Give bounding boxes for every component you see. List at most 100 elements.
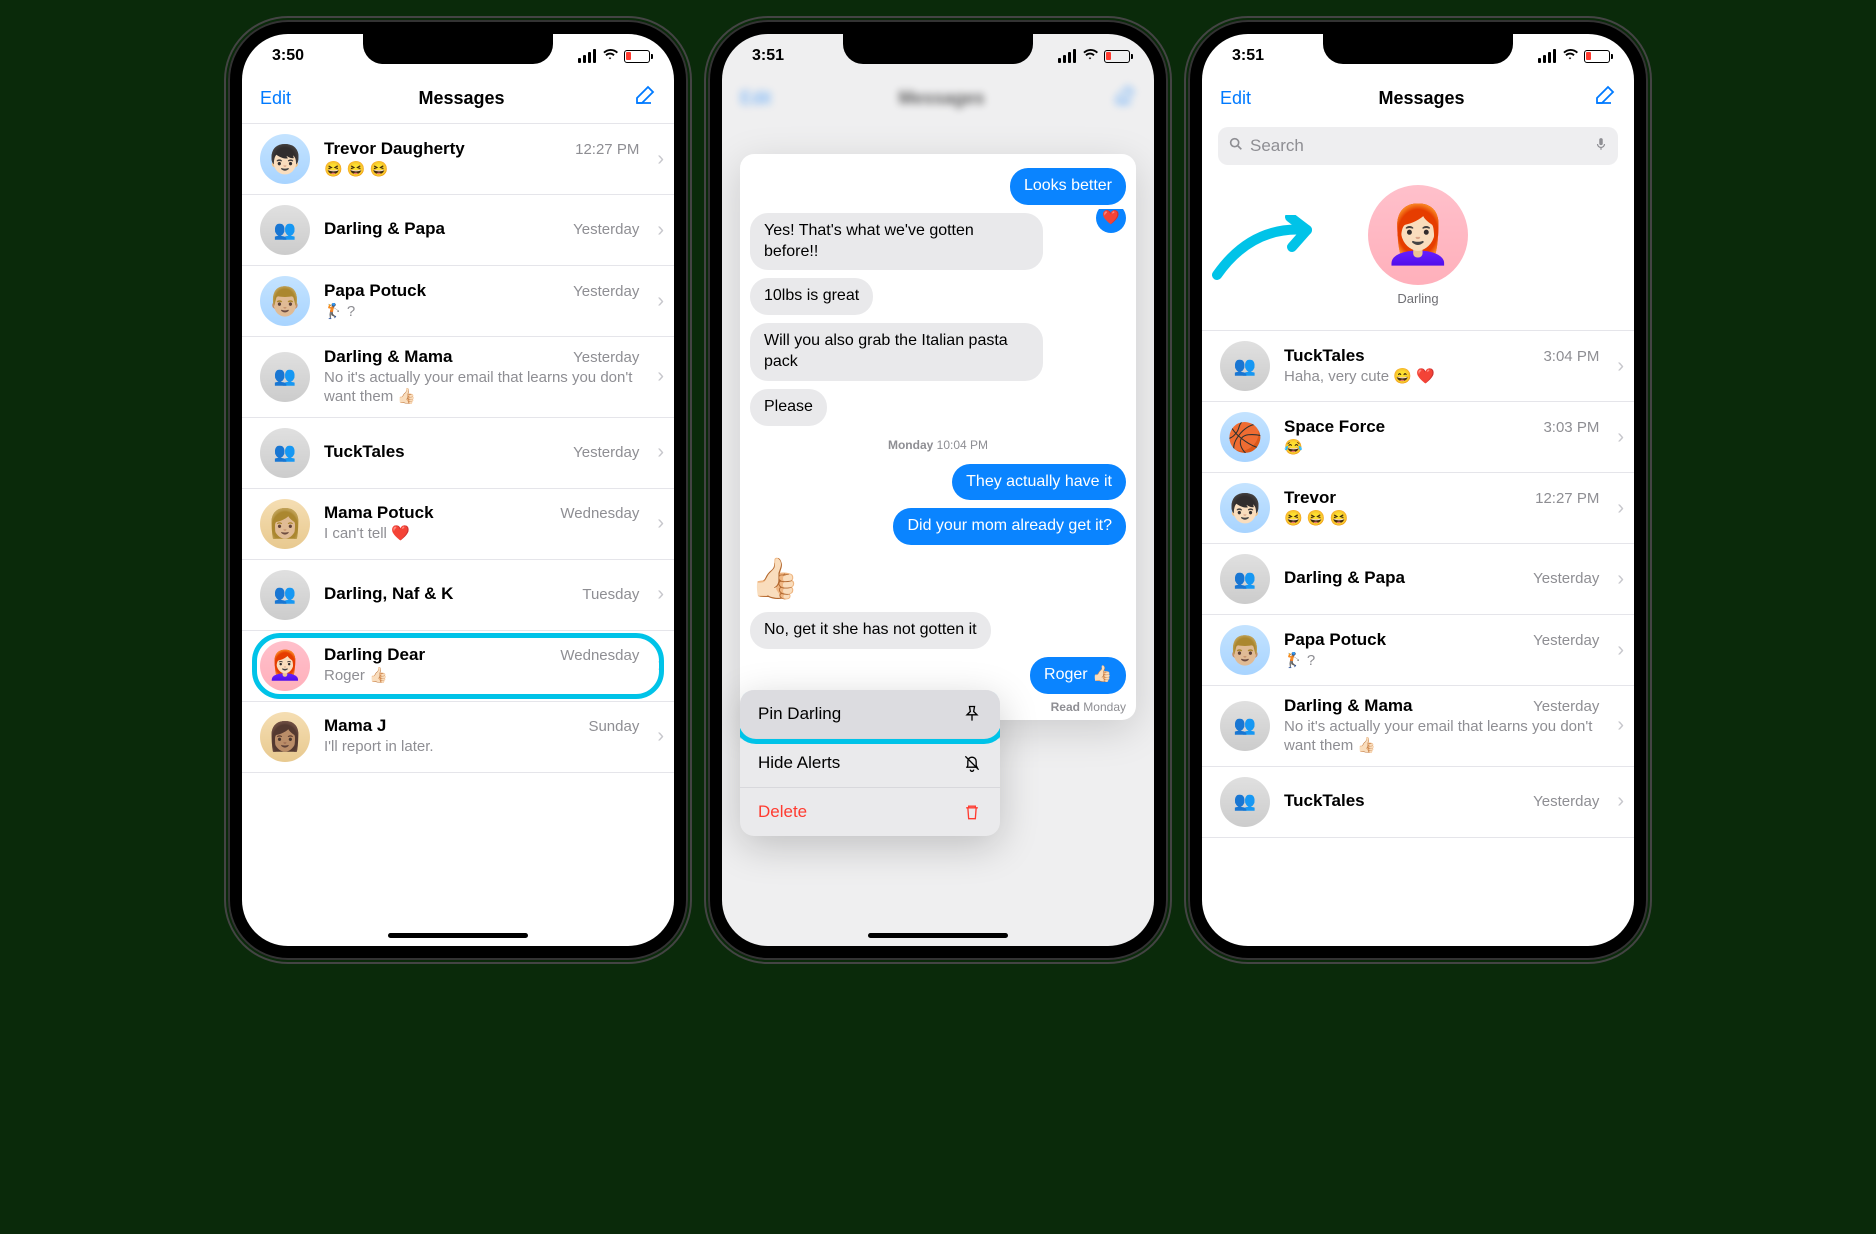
- compose-button[interactable]: [1592, 84, 1616, 113]
- pinned-conversation-label: Darling: [1397, 291, 1438, 306]
- avatar: 👥: [1220, 554, 1270, 604]
- conversation-preview: Roger 👍🏻: [324, 667, 639, 686]
- chevron-right-icon: ›: [657, 290, 664, 313]
- chevron-right-icon: ›: [1617, 639, 1624, 662]
- wifi-icon: [1562, 46, 1578, 67]
- time-divider: Monday 10:04 PM: [750, 430, 1126, 460]
- conversation-row[interactable]: 👩🏽Mama JSundayI'll report in later.›: [242, 702, 674, 773]
- avatar: 🏀: [1220, 412, 1270, 462]
- conversation-time: Yesterday: [1533, 698, 1599, 715]
- chevron-right-icon: ›: [657, 441, 664, 464]
- row-body: Trevor Daugherty12:27 PM😆 😆 😆: [324, 139, 639, 180]
- mic-icon[interactable]: [1594, 135, 1608, 158]
- conversation-name: Darling & Papa: [1284, 568, 1405, 588]
- row-body: Papa PotuckYesterday🏌️ ?: [1284, 630, 1599, 671]
- notch: [363, 34, 553, 64]
- row-body: Darling, Naf & KTuesday: [324, 584, 639, 606]
- conversation-name: Papa Potuck: [324, 281, 426, 301]
- conversation-preview-card: Looks better ❤️ Yes! That's what we've g…: [740, 154, 1136, 720]
- wifi-icon: [1082, 46, 1098, 67]
- row-body: TuckTales3:04 PMHaha, very cute 😄 ❤️: [1284, 346, 1599, 387]
- search-icon: [1228, 136, 1244, 157]
- home-indicator[interactable]: [388, 933, 528, 938]
- conversation-time: Sunday: [588, 718, 639, 735]
- tapback-heart-icon: ❤️: [1096, 209, 1126, 233]
- conversation-row[interactable]: 👥Darling & MamaYesterdayNo it's actually…: [242, 337, 674, 418]
- message-in: Please: [750, 389, 827, 426]
- conversation-time: Wednesday: [560, 505, 639, 522]
- conversation-preview: 🏌️ ?: [1284, 652, 1599, 671]
- avatar: 👥: [260, 205, 310, 255]
- chevron-right-icon: ›: [1617, 355, 1624, 378]
- avatar: 👥: [260, 352, 310, 402]
- conversation-time: Yesterday: [573, 221, 639, 238]
- phone-frame-3: 3:51 Edit Messages Search: [1188, 20, 1648, 960]
- conversation-row[interactable]: 🏀Space Force3:03 PM😂›: [1202, 402, 1634, 473]
- conversation-time: Yesterday: [1533, 632, 1599, 649]
- edit-button[interactable]: Edit: [260, 88, 291, 109]
- row-body: Mama JSundayI'll report in later.: [324, 716, 639, 757]
- conversation-time: Yesterday: [1533, 793, 1599, 810]
- status-indicators: [1058, 46, 1130, 67]
- conversation-row[interactable]: 👥Darling & PapaYesterday ›: [242, 195, 674, 266]
- conversation-row[interactable]: 👩🏻‍🦰Darling DearWednesdayRoger 👍🏻›: [242, 631, 674, 702]
- conversation-row[interactable]: 👥TuckTalesYesterday ›: [242, 418, 674, 489]
- conversation-row[interactable]: 👨🏼Papa PotuckYesterday🏌️ ?›: [242, 266, 674, 337]
- conversation-row[interactable]: 👥TuckTalesYesterday ›: [1202, 767, 1634, 838]
- chevron-right-icon: ›: [657, 148, 664, 171]
- conversation-row[interactable]: 👨🏼Papa PotuckYesterday🏌️ ?›: [1202, 615, 1634, 686]
- conversation-name: Space Force: [1284, 417, 1385, 437]
- conversation-name: TuckTales: [324, 442, 405, 462]
- row-body: TuckTalesYesterday: [1284, 791, 1599, 813]
- conversation-name: Trevor Daugherty: [324, 139, 465, 159]
- chevron-right-icon: ›: [657, 654, 664, 677]
- conversation-row[interactable]: 👥TuckTales3:04 PMHaha, very cute 😄 ❤️›: [1202, 330, 1634, 402]
- conversation-time: Yesterday: [573, 283, 639, 300]
- notch: [1323, 34, 1513, 64]
- conversation-preview: 😆 😆 😆: [1284, 510, 1599, 529]
- menu-item-hide-alerts[interactable]: Hide Alerts: [740, 739, 1000, 788]
- battery-icon: [624, 50, 650, 63]
- compose-button[interactable]: [632, 84, 656, 113]
- blurred-nav-bar: Edit Messages: [722, 78, 1154, 138]
- avatar: 👥: [260, 570, 310, 620]
- search-field[interactable]: Search: [1218, 127, 1618, 165]
- conversation-row[interactable]: 👥Darling & MamaYesterdayNo it's actually…: [1202, 686, 1634, 767]
- pinned-area: 👩🏻‍🦰 Darling: [1202, 175, 1634, 330]
- status-time: 3:50: [272, 47, 304, 65]
- conversation-list: 👦🏻Trevor Daugherty12:27 PM😆 😆 😆›👥Darling…: [242, 123, 674, 773]
- conversation-name: Darling & Mama: [1284, 696, 1412, 716]
- conversation-row[interactable]: 👦🏻Trevor12:27 PM😆 😆 😆›: [1202, 473, 1634, 544]
- search-placeholder: Search: [1250, 136, 1304, 156]
- cellular-icon: [1538, 49, 1556, 63]
- conversation-name: Darling, Naf & K: [324, 584, 453, 604]
- conversation-time: 3:04 PM: [1543, 348, 1599, 365]
- conversation-row[interactable]: 👥Darling, Naf & KTuesday ›: [242, 560, 674, 631]
- menu-item-pin[interactable]: Pin Darling: [740, 690, 1000, 739]
- conversation-time: 12:27 PM: [1535, 490, 1599, 507]
- row-body: Darling & MamaYesterdayNo it's actually …: [1284, 696, 1599, 756]
- row-body: Darling & PapaYesterday: [324, 219, 639, 241]
- message-emoji: 👍🏻: [750, 555, 800, 602]
- conversation-name: Mama J: [324, 716, 386, 736]
- conversation-row[interactable]: 👥 Darling & PapaYesterday ›: [1202, 544, 1634, 615]
- avatar: 👥: [260, 428, 310, 478]
- conversation-row[interactable]: 👩🏼Mama PotuckWednesdayI can't tell ❤️›: [242, 489, 674, 560]
- home-indicator[interactable]: [868, 933, 1008, 938]
- conversation-name: Mama Potuck: [324, 503, 434, 523]
- menu-item-delete[interactable]: Delete: [740, 788, 1000, 836]
- conversation-time: Wednesday: [560, 647, 639, 664]
- conversation-row[interactable]: 👦🏻Trevor Daugherty12:27 PM😆 😆 😆›: [242, 123, 674, 195]
- chevron-right-icon: ›: [1617, 790, 1624, 813]
- battery-icon: [1104, 50, 1130, 63]
- chevron-right-icon: ›: [1617, 568, 1624, 591]
- pinned-conversation-avatar[interactable]: 👩🏻‍🦰: [1368, 185, 1468, 285]
- conversation-name: Darling & Mama: [324, 347, 452, 367]
- edit-button[interactable]: Edit: [1220, 88, 1251, 109]
- row-body: Darling & PapaYesterday: [1284, 568, 1599, 590]
- pin-icon: [962, 704, 982, 724]
- trash-icon: [962, 802, 982, 822]
- avatar: 👩🏽: [260, 712, 310, 762]
- chevron-right-icon: ›: [657, 512, 664, 535]
- annotation-arrow-icon: [1212, 215, 1322, 285]
